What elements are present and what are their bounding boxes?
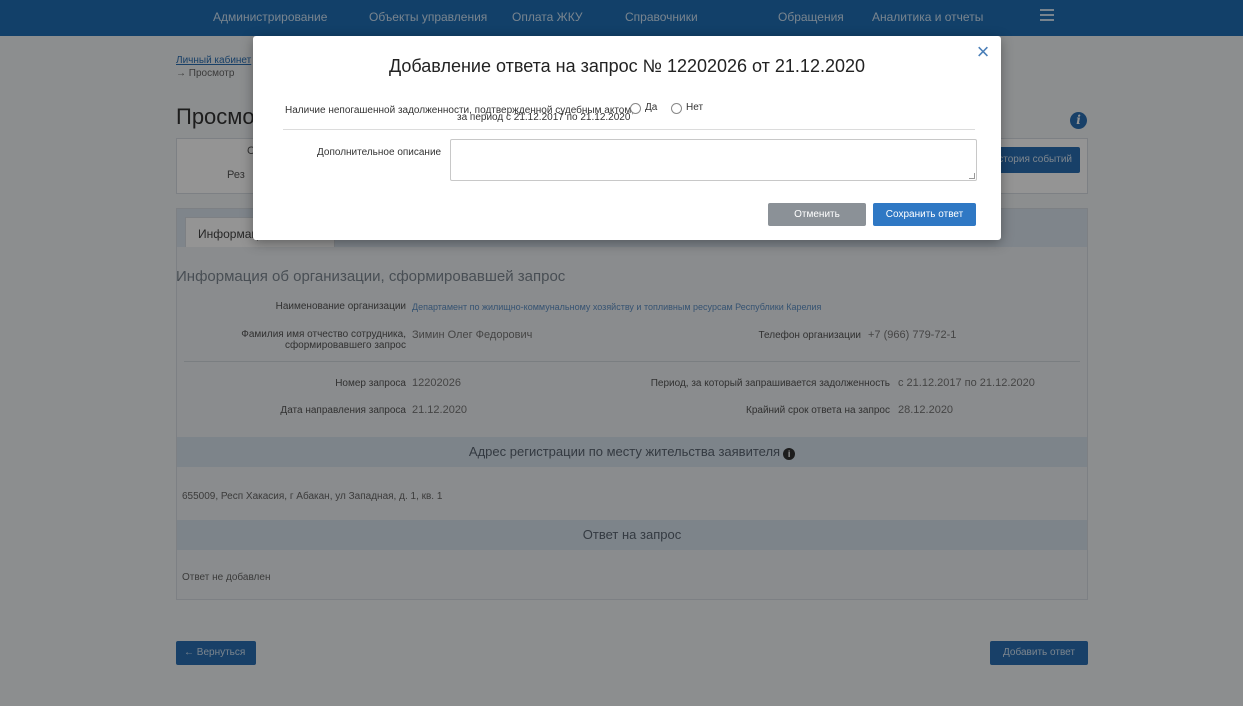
add-answer-dialog: Добавление ответа на запрос № 12202026 о… [253,36,1001,240]
radio-yes[interactable] [630,103,641,114]
save-answer-button[interactable]: Сохранить ответ [873,203,976,226]
radio-no-label[interactable]: Нет [686,102,703,113]
debt-question-period: за период с 21.12.2017 по 21.12.2020 [457,112,631,123]
divider [283,129,975,130]
description-label: Дополнительное описание [317,147,442,158]
radio-no[interactable] [671,103,682,114]
dialog-title: Добавление ответа на запрос № 12202026 о… [389,56,865,76]
cancel-button[interactable]: Отменить [768,203,866,226]
resize-grip-icon[interactable] [969,173,975,179]
close-icon[interactable]: × [973,41,993,63]
description-textarea[interactable] [450,139,977,181]
radio-yes-label[interactable]: Да [645,102,657,113]
